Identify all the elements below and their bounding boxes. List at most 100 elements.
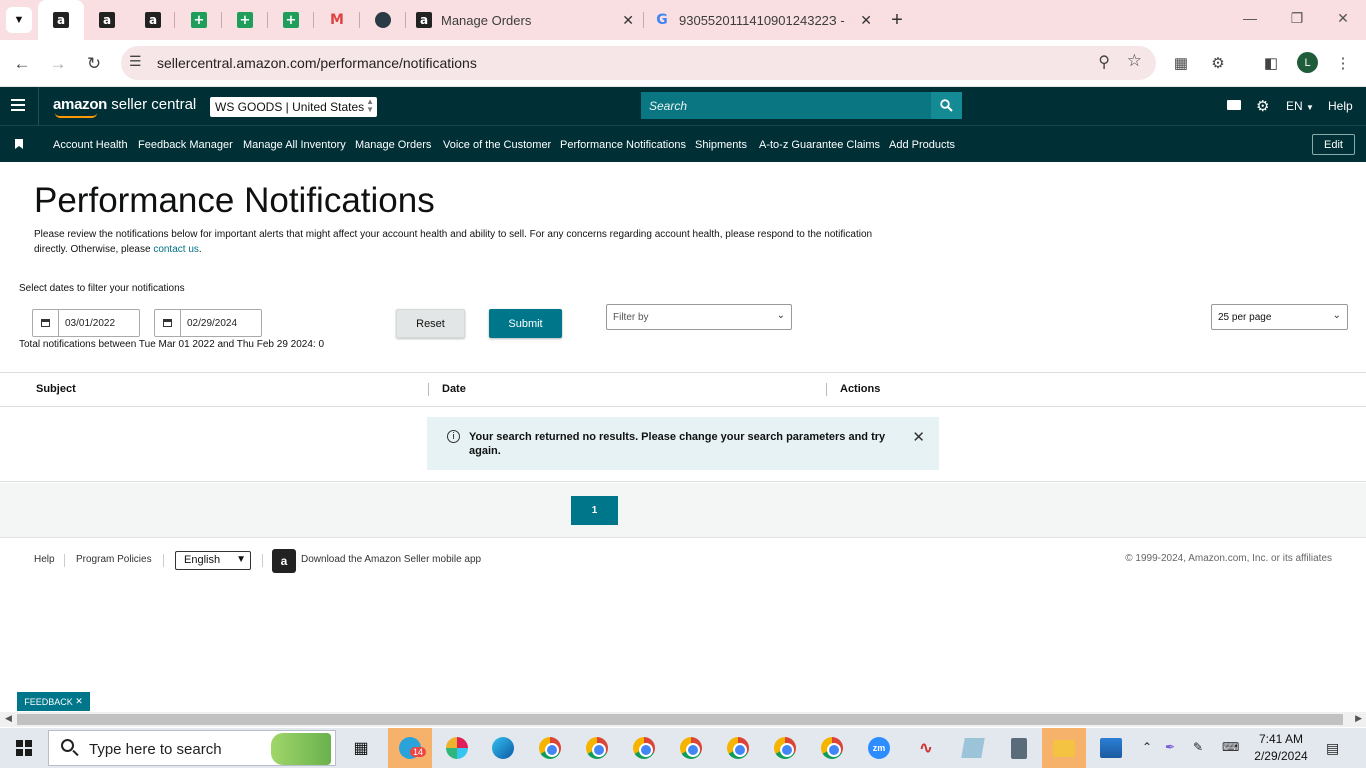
column-header-subject[interactable]: Subject: [36, 383, 76, 395]
nav-add-products[interactable]: Add Products: [889, 139, 955, 151]
page-1-button[interactable]: 1: [571, 496, 618, 525]
taskbar-edge[interactable]: [488, 733, 518, 763]
new-tab-button[interactable]: +: [886, 9, 908, 31]
zoom-icon[interactable]: ⚲: [1098, 52, 1110, 72]
calendar-icon[interactable]: [155, 310, 181, 336]
taskbar-file-explorer[interactable]: [1042, 728, 1086, 768]
nav-manage-all-inventory[interactable]: Manage All Inventory: [243, 139, 346, 151]
horizontal-scrollbar[interactable]: ◀ ▶: [0, 712, 1366, 727]
scroll-right-icon[interactable]: ▶: [1355, 713, 1362, 724]
feedback-button[interactable]: FEEDBACK ✕: [17, 692, 90, 711]
search-button[interactable]: [931, 92, 962, 119]
taskbar-chrome-6[interactable]: [770, 733, 800, 763]
scrollbar-thumb[interactable]: [17, 714, 1343, 725]
taskbar-chrome-4[interactable]: [676, 733, 706, 763]
taskbar-chrome-2[interactable]: [582, 733, 612, 763]
taskbar-app-chart[interactable]: ∿: [911, 733, 941, 763]
submit-button[interactable]: Submit: [489, 309, 562, 338]
tab-sheets-2[interactable]: +: [222, 0, 268, 40]
minimize-button[interactable]: —: [1240, 10, 1260, 26]
nav-account-health[interactable]: Account Health: [53, 139, 128, 151]
reload-button[interactable]: ↻: [82, 52, 106, 76]
taskbar-clock[interactable]: 7:41 AM 2/29/2024: [1254, 731, 1308, 765]
more-menu-icon[interactable]: ⋮: [1332, 52, 1354, 74]
filter-by-select[interactable]: Filter by ⌄: [606, 304, 792, 330]
column-header-date[interactable]: Date: [442, 383, 466, 395]
edit-nav-button[interactable]: Edit: [1312, 134, 1355, 155]
handwriting-icon[interactable]: ✎: [1193, 740, 1203, 754]
seller-app-icon[interactable]: a: [272, 549, 296, 573]
tab-amazon-2[interactable]: a: [84, 0, 130, 40]
taskbar-slack[interactable]: [442, 733, 472, 763]
contact-us-link[interactable]: contact us: [153, 244, 199, 255]
qr-code-icon[interactable]: ▦: [1170, 52, 1192, 74]
taskbar-search[interactable]: Type here to search: [48, 730, 336, 766]
tab-google-search[interactable]: G 930552011141090124322З - Go ✕: [644, 0, 880, 40]
help-link[interactable]: Help: [1328, 99, 1353, 113]
hamburger-menu-icon[interactable]: [11, 99, 25, 111]
taskbar-chrome-7[interactable]: [817, 733, 847, 763]
tab-globe[interactable]: [360, 0, 406, 40]
start-date-field[interactable]: 03/01/2022: [32, 309, 140, 337]
pen-icon[interactable]: ✒: [1165, 740, 1175, 754]
side-panel-icon[interactable]: ◧: [1260, 52, 1282, 74]
footer-help-link[interactable]: Help: [34, 554, 55, 565]
address-bar[interactable]: ☰ sellercentral.amazon.com/performance/n…: [121, 46, 1156, 80]
windows-start-icon[interactable]: [16, 740, 32, 756]
per-page-select[interactable]: 25 per page ⌄: [1211, 304, 1348, 330]
reset-button[interactable]: Reset: [396, 309, 465, 338]
taskbar-chrome-5[interactable]: [723, 733, 753, 763]
footer-language-select[interactable]: English ▼: [175, 551, 251, 570]
seller-central-logo[interactable]: amazon seller central: [53, 96, 196, 118]
nav-feedback-manager[interactable]: Feedback Manager: [138, 139, 233, 151]
tab-sheets-1[interactable]: +: [176, 0, 222, 40]
close-tab-icon[interactable]: ✕: [622, 12, 634, 29]
close-icon[interactable]: ✕: [912, 428, 925, 446]
nav-performance-notifications[interactable]: Performance Notifications: [560, 139, 686, 151]
tab-manage-orders[interactable]: a Manage Orders ✕: [406, 0, 642, 40]
taskbar-notes[interactable]: [958, 733, 988, 763]
search-input[interactable]: Search: [641, 92, 931, 119]
calendar-icon[interactable]: [33, 310, 59, 336]
scroll-left-icon[interactable]: ◀: [5, 713, 12, 724]
program-policies-link[interactable]: Program Policies: [76, 554, 152, 565]
language-selector[interactable]: EN ▼: [1286, 99, 1314, 113]
keyboard-icon[interactable]: ⌨: [1222, 740, 1239, 754]
taskbar-chrome-1[interactable]: [535, 733, 565, 763]
extensions-icon[interactable]: ⚙: [1207, 52, 1229, 74]
nav-voice-of-customer[interactable]: Voice of the Customer: [443, 139, 551, 151]
tab-search-button[interactable]: ▼: [6, 7, 32, 33]
bookmark-icon[interactable]: [15, 139, 23, 149]
sheets-favicon-icon: +: [191, 12, 207, 28]
close-tab-icon[interactable]: ✕: [860, 12, 872, 29]
column-header-actions: Actions: [840, 383, 881, 395]
tab-sheets-3[interactable]: +: [268, 0, 314, 40]
end-date-field[interactable]: 02/29/2024: [154, 309, 262, 337]
nav-manage-orders[interactable]: Manage Orders: [355, 139, 431, 151]
store-selector[interactable]: WS GOODS | United States ▲ ▼: [210, 97, 377, 117]
taskbar-telegram[interactable]: 14: [388, 728, 432, 768]
back-button[interactable]: ←: [10, 52, 34, 76]
close-icon[interactable]: ✕: [75, 696, 83, 707]
tab-amazon-3[interactable]: a: [130, 0, 176, 40]
tab-gmail[interactable]: M: [314, 0, 360, 40]
download-app-link[interactable]: Download the Amazon Seller mobile app: [301, 554, 481, 565]
taskbar-zoom[interactable]: zm: [864, 733, 894, 763]
taskbar-chrome-3[interactable]: [629, 733, 659, 763]
settings-button[interactable]: ⚙: [1256, 97, 1269, 115]
notifications-icon[interactable]: ▤: [1326, 740, 1339, 757]
bookmark-star-icon[interactable]: ☆: [1127, 51, 1142, 71]
mail-button[interactable]: [1227, 100, 1241, 110]
close-window-button[interactable]: ✕: [1333, 10, 1353, 27]
task-view-icon[interactable]: ▦: [346, 733, 376, 763]
site-info-icon[interactable]: ☰: [129, 53, 142, 70]
tab-amazon-active[interactable]: a: [38, 0, 84, 40]
nav-a-to-z-claims[interactable]: A-to-z Guarantee Claims: [759, 139, 880, 151]
nav-shipments[interactable]: Shipments: [695, 139, 747, 151]
show-hidden-icons[interactable]: ⌃: [1142, 740, 1152, 754]
restore-button[interactable]: ❐: [1287, 10, 1307, 27]
taskbar-calculator[interactable]: [1004, 733, 1034, 763]
forward-button[interactable]: →: [46, 52, 70, 76]
profile-avatar[interactable]: L: [1297, 52, 1318, 73]
taskbar-photos[interactable]: [1096, 733, 1126, 763]
